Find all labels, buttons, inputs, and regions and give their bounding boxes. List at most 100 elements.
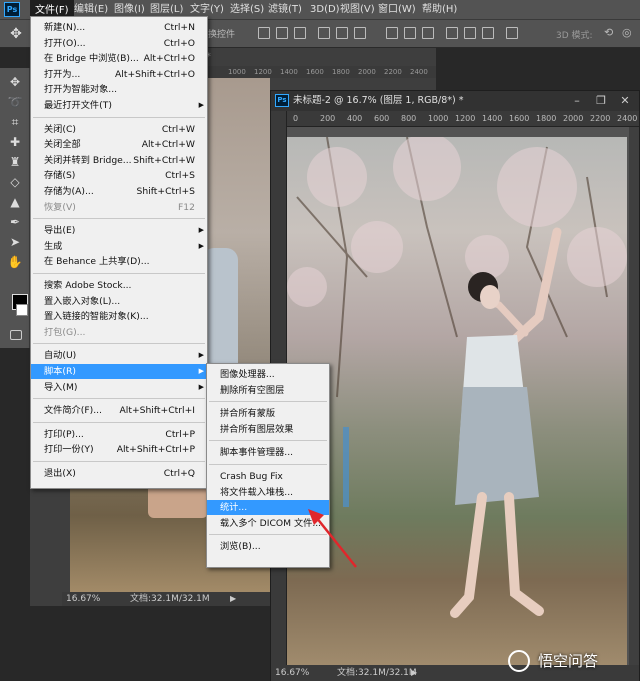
file-menu-item[interactable]: 导出(E) ▶: [31, 223, 207, 238]
distribute-left-icon[interactable]: [446, 27, 458, 39]
quick-mask-icon[interactable]: [10, 330, 22, 340]
script-menu-item[interactable]: 拼合所有图层效果: [207, 422, 329, 437]
menu-6[interactable]: 滤镜(T): [264, 0, 306, 20]
transform-controls-label[interactable]: 换控件: [208, 27, 235, 40]
background-document-tab[interactable]: 8") *: [190, 48, 310, 66]
file-menu-item[interactable]: 打开为... Alt+Shift+Ctrl+O: [31, 67, 207, 82]
align-middle-icon[interactable]: [336, 27, 348, 39]
menu-separator: [33, 398, 205, 400]
ruler-label: 2400: [617, 114, 638, 123]
file-menu-item[interactable]: 新建(N)... Ctrl+N: [31, 20, 207, 35]
menu-item-label: 退出(X): [44, 468, 76, 479]
close-button[interactable]: ✕: [613, 91, 637, 111]
crop-tool-icon[interactable]: ⌗: [7, 114, 23, 130]
move-tool-icon[interactable]: ✥: [7, 74, 23, 90]
file-menu-item[interactable]: 在 Behance 上共享(D)...: [31, 254, 207, 269]
file-menu-item[interactable]: 自动(U) ▶: [31, 348, 207, 363]
status-menu-arrow-icon[interactable]: ▶: [230, 592, 236, 606]
distribute-center-icon[interactable]: [464, 27, 476, 39]
healing-brush-icon[interactable]: ✚: [7, 134, 23, 150]
background-zoom-level[interactable]: 16.67%: [66, 592, 100, 606]
pen-tool-icon[interactable]: ✒: [7, 214, 23, 230]
blur-tool-icon[interactable]: ▲: [7, 194, 23, 210]
file-menu-item[interactable]: 打开(O)... Ctrl+O: [31, 36, 207, 51]
file-menu-item[interactable]: 置入链接的智能对象(K)...: [31, 309, 207, 324]
eraser-tool-icon[interactable]: ◇: [7, 174, 23, 190]
path-selection-icon[interactable]: ➤: [7, 234, 23, 250]
background-color-swatch[interactable]: [16, 304, 28, 316]
menu-5[interactable]: 选择(S): [226, 0, 268, 20]
align-left-icon[interactable]: [258, 27, 270, 39]
status-menu-arrow-icon[interactable]: ▶: [411, 665, 417, 681]
blossoms: [287, 137, 627, 307]
file-menu-item[interactable]: 最近打开文件(T) ▶: [31, 98, 207, 113]
file-menu-item[interactable]: 搜索 Adobe Stock...: [31, 278, 207, 293]
file-menu-item[interactable]: 关闭(C) Ctrl+W: [31, 122, 207, 137]
menu-9[interactable]: 窗口(W): [374, 0, 420, 20]
menu-item-shortcut: Ctrl+N: [164, 22, 195, 33]
file-menu-item[interactable]: 脚本(R) ▶: [31, 364, 207, 379]
file-menu-item[interactable]: 退出(X) Ctrl+Q: [31, 466, 207, 481]
script-menu-item[interactable]: Crash Bug Fix: [207, 469, 329, 484]
submenu-arrow-icon: ▶: [198, 351, 204, 360]
zoom-level[interactable]: 16.67%: [275, 665, 309, 681]
vertical-scrollbar[interactable]: [629, 127, 639, 665]
menu-item-label: 浏览(B)...: [220, 541, 261, 553]
file-menu-item[interactable]: 打开为智能对象...: [31, 82, 207, 97]
align-bottom-icon[interactable]: [354, 27, 366, 39]
distribute-bottom-icon[interactable]: [422, 27, 434, 39]
menu-item-label: 图像处理器...: [220, 369, 275, 380]
menu-item-shortcut: F12: [178, 201, 195, 213]
file-menu-item[interactable]: 关闭并转到 Bridge... Shift+Ctrl+W: [31, 153, 207, 168]
align-right-icon[interactable]: [294, 27, 306, 39]
align-top-icon[interactable]: [318, 27, 330, 39]
distribute-middle-icon[interactable]: [404, 27, 416, 39]
lasso-tool-icon[interactable]: ➰: [7, 94, 23, 110]
ruler-label: 800: [401, 114, 417, 123]
hand-tool-icon[interactable]: ✋: [7, 254, 23, 270]
document-title-bar[interactable]: Ps 未标题-2 @ 16.7% (图层 1, RGB/8*) * – ❐ ✕: [271, 91, 639, 111]
file-menu-item[interactable]: 生成 ▶: [31, 239, 207, 254]
file-menu-item[interactable]: 打印(P)... Ctrl+P: [31, 427, 207, 442]
distribute-top-icon[interactable]: [386, 27, 398, 39]
script-menu-item[interactable]: 将文件载入堆栈...: [207, 485, 329, 500]
file-menu-item[interactable]: 在 Bridge 中浏览(B)... Alt+Ctrl+O: [31, 51, 207, 66]
menu-separator: [33, 343, 205, 345]
menu-10[interactable]: 帮助(H): [418, 0, 461, 20]
auto-align-icon[interactable]: [506, 27, 518, 39]
restore-button[interactable]: ❐: [589, 91, 613, 111]
script-menu-item[interactable]: 图像处理器...: [207, 367, 329, 382]
move-tool-icon[interactable]: ✥: [6, 24, 26, 44]
distribute-right-icon[interactable]: [482, 27, 494, 39]
ruler-label: 600: [374, 114, 390, 123]
file-menu-item[interactable]: 置入嵌入对象(L)...: [31, 294, 207, 309]
file-menu-item[interactable]: 打印一份(Y) Alt+Shift+Ctrl+P: [31, 442, 207, 457]
menu-item-label: 脚本事件管理器...: [220, 447, 294, 459]
script-menu-item[interactable]: 删除所有空图层: [207, 383, 329, 398]
menu-item-shortcut: Alt+Shift+Ctrl+O: [115, 68, 195, 80]
menu-separator: [209, 440, 327, 442]
back-ruler-label: 1200: [254, 68, 272, 76]
back-ruler-label: 1800: [332, 68, 350, 76]
menu-item-label: 关闭全部: [44, 139, 81, 151]
align-center-icon[interactable]: [276, 27, 288, 39]
3d-orbit-icon[interactable]: ⟲: [604, 26, 613, 39]
script-menu-item[interactable]: 脚本事件管理器...: [207, 445, 329, 460]
3d-roll-icon[interactable]: ◎: [622, 26, 632, 39]
menu-item-label: 搜索 Adobe Stock...: [44, 280, 132, 291]
file-menu-item[interactable]: 存储为(A)... Shift+Ctrl+S: [31, 184, 207, 199]
menu-separator: [209, 401, 327, 403]
photoshop-logo-icon: Ps: [4, 2, 20, 17]
file-menu-item[interactable]: 存储(S) Ctrl+S: [31, 168, 207, 183]
file-menu-item[interactable]: 关闭全部 Alt+Ctrl+W: [31, 137, 207, 152]
file-menu-item[interactable]: 导入(M) ▶: [31, 380, 207, 395]
tools-panel: ✥ ➰ ⌗ ✚ ♜ ◇ ▲ ✒ ➤ ✋: [0, 68, 30, 348]
document-canvas-photo[interactable]: [287, 137, 627, 665]
stamp-tool-icon[interactable]: ♜: [7, 154, 23, 170]
minimize-button[interactable]: –: [565, 91, 589, 111]
menu-item-label: 存储为(A)...: [44, 186, 94, 197]
watermark: 悟空问答: [508, 648, 640, 674]
file-menu-item[interactable]: 文件简介(F)... Alt+Shift+Ctrl+I: [31, 403, 207, 418]
script-menu-item[interactable]: 拼合所有蒙版: [207, 406, 329, 421]
menu-8[interactable]: 视图(V): [336, 0, 379, 20]
